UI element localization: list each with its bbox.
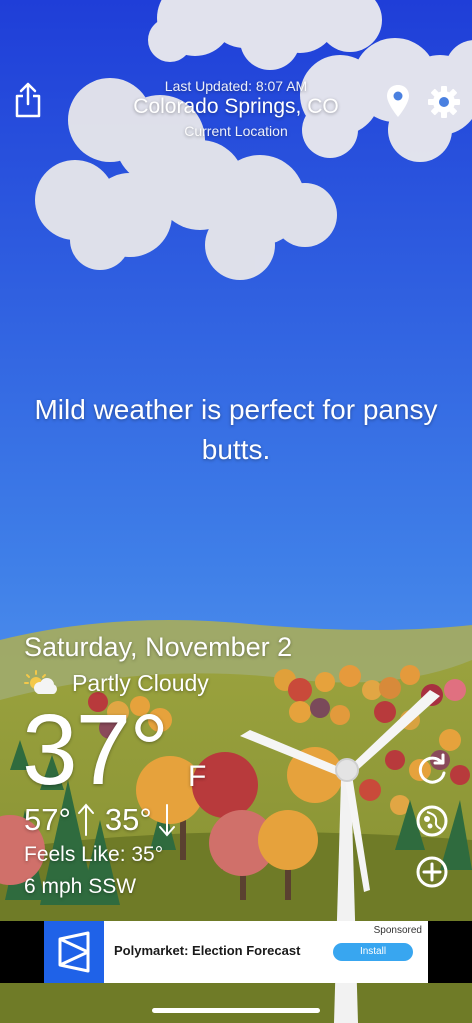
partly-cloudy-icon: [24, 670, 57, 694]
home-indicator[interactable]: [152, 1008, 320, 1013]
ad-install-button[interactable]: Install: [333, 943, 413, 961]
high-temperature: 57°: [24, 802, 71, 837]
map-pin-icon: [387, 85, 409, 117]
settings-button[interactable]: [426, 84, 462, 120]
feels-like: Feels Like: 35°: [24, 843, 164, 866]
high-low-row: 57° 35°: [24, 802, 176, 838]
temperature-unit[interactable]: F: [188, 760, 206, 794]
current-temperature: 37°: [22, 694, 169, 806]
arrow-down-icon: [158, 804, 175, 837]
radar-icon: [416, 805, 448, 837]
weather-message: Mild weather is perfect for pansy butts.: [34, 394, 438, 465]
ad-content[interactable]: Polymarket: Election Forecast Sponsored …: [44, 921, 428, 983]
ad-title: Polymarket: Election Forecast: [114, 943, 301, 958]
current-location-label: Current Location: [184, 123, 288, 139]
ad-logo: [44, 921, 104, 983]
ad-banner[interactable]: Polymarket: Election Forecast Sponsored …: [0, 921, 472, 983]
polymarket-logo-icon: [58, 931, 90, 973]
add-location-icon: [416, 856, 448, 888]
refresh-button[interactable]: [414, 752, 450, 788]
radar-button[interactable]: [414, 803, 450, 839]
wind-speed: 6 mph SSW: [24, 875, 137, 898]
weather-scene-background: [0, 0, 472, 1023]
low-temperature: 35°: [104, 802, 152, 837]
arrow-up-icon: [77, 803, 94, 836]
add-location-button[interactable]: [414, 854, 450, 890]
ad-sponsored-label: Sponsored: [373, 925, 422, 936]
refresh-icon: [418, 753, 446, 784]
condition-label: Partly Cloudy: [72, 669, 209, 696]
gear-icon: [428, 86, 460, 118]
date-label: Saturday, November 2: [24, 632, 293, 662]
location-button[interactable]: [384, 82, 412, 120]
